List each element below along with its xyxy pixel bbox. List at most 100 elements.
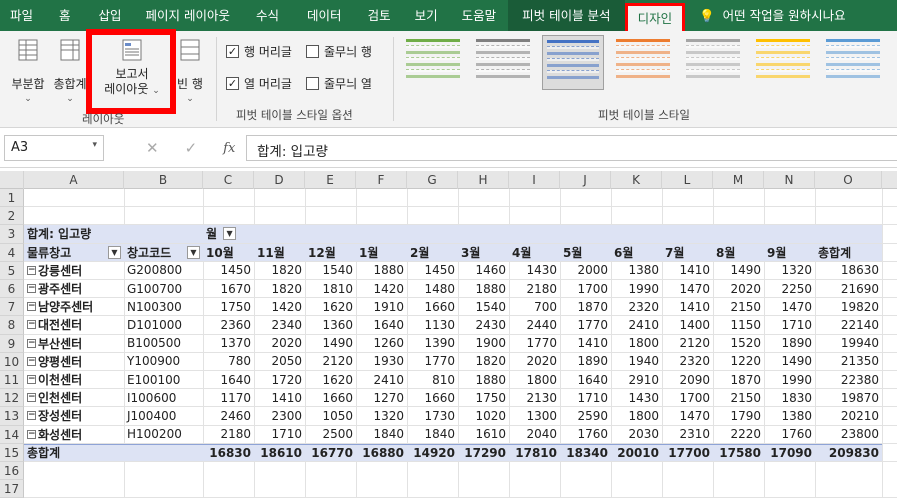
total-value-cell[interactable]: 18340 [560, 443, 611, 461]
value-cell[interactable]: 1540 [305, 262, 356, 279]
value-cell[interactable]: 1770 [509, 335, 560, 352]
value-cell[interactable]: 2030 [611, 426, 662, 443]
value-cell[interactable]: 2410 [356, 371, 407, 388]
banded-cols-option[interactable]: 줄무늬 열 [306, 75, 372, 92]
tab-1[interactable]: 홈 [43, 0, 87, 31]
col-headers-option[interactable]: ✓ 열 머리글 [226, 75, 292, 92]
value-cell[interactable]: 1840 [407, 426, 458, 443]
value-cell[interactable]: 1450 [203, 262, 254, 279]
warehouse-code-cell[interactable]: I100600 [124, 389, 203, 406]
value-cell[interactable]: 2300 [254, 407, 305, 424]
month-header[interactable]: 6월 [611, 243, 662, 261]
value-cell[interactable]: 1720 [254, 371, 305, 388]
column-header-E[interactable]: E [305, 171, 356, 189]
value-cell[interactable]: 1300 [509, 407, 560, 424]
warehouse-code-cell[interactable]: E100100 [124, 371, 203, 388]
month-header[interactable]: 총합계 [815, 243, 882, 261]
value-cell[interactable]: 1150 [713, 316, 764, 333]
pivot-style-swatch[interactable] [542, 35, 604, 90]
row-header-17[interactable]: 17 [0, 480, 24, 498]
value-cell[interactable]: 1800 [611, 407, 662, 424]
warehouse-code-cell[interactable]: N100300 [124, 298, 203, 315]
warehouse-name-cell[interactable]: − 강릉센터 [24, 262, 124, 279]
value-cell[interactable]: 1750 [203, 298, 254, 315]
value-cell[interactable]: 1810 [305, 280, 356, 297]
value-cell[interactable]: 1710 [560, 389, 611, 406]
tab-7[interactable]: 보기 [403, 0, 450, 31]
pivot-style-swatch[interactable] [752, 35, 814, 90]
filter-dropdown-icon[interactable]: ▼ [187, 245, 200, 259]
month-header[interactable]: 12월 [305, 243, 356, 261]
cancel-icon[interactable]: ✕ [146, 139, 159, 157]
row-header-8[interactable]: 8 [0, 316, 24, 335]
warehouse-code-cell[interactable]: Y100900 [124, 353, 203, 370]
column-header-M[interactable]: M [713, 171, 764, 189]
filter-dropdown-icon[interactable]: ▼ [223, 227, 237, 241]
row-field2-cell[interactable]: 창고코드 ▼ [124, 243, 203, 261]
value-cell[interactable]: 1910 [356, 298, 407, 315]
value-cell[interactable]: 2000 [560, 262, 611, 279]
value-cell[interactable]: 1320 [356, 407, 407, 424]
value-cell[interactable]: 2440 [509, 316, 560, 333]
value-cell[interactable]: 2180 [509, 280, 560, 297]
total-value-cell[interactable]: 17290 [458, 443, 509, 461]
row-header-6[interactable]: 6 [0, 280, 24, 299]
total-value-cell[interactable]: 17810 [509, 443, 560, 461]
value-cell[interactable]: 1870 [560, 298, 611, 315]
grand-total-button[interactable]: 총합계 ⌄ [50, 39, 90, 107]
warehouse-name-cell[interactable]: − 장성센터 [24, 407, 124, 424]
collapse-icon[interactable]: − [27, 393, 36, 403]
total-value-cell[interactable]: 18610 [254, 443, 305, 461]
pivot-style-swatch[interactable] [682, 35, 744, 90]
warehouse-name-cell[interactable]: − 남양주센터 [24, 298, 124, 315]
column-header-A[interactable]: A [24, 171, 124, 189]
collapse-icon[interactable]: − [27, 411, 36, 421]
total-value-cell[interactable]: 17700 [662, 443, 713, 461]
value-cell[interactable]: 1220 [713, 353, 764, 370]
value-cell[interactable]: 1660 [305, 389, 356, 406]
row-header-5[interactable]: 5 [0, 261, 24, 280]
value-cell[interactable]: 1520 [713, 335, 764, 352]
value-cell[interactable]: 1380 [611, 262, 662, 279]
column-header-K[interactable]: K [611, 171, 662, 189]
row-header-14[interactable]: 14 [0, 425, 24, 444]
value-cell[interactable]: 1790 [713, 407, 764, 424]
value-cell[interactable]: 1890 [560, 353, 611, 370]
value-cell[interactable]: 1990 [764, 371, 815, 388]
value-cell[interactable]: 1410 [560, 335, 611, 352]
function-icon[interactable]: fx [223, 141, 235, 156]
collapse-icon[interactable]: − [27, 375, 36, 385]
warehouse-code-cell[interactable]: D101000 [124, 316, 203, 333]
value-cell[interactable]: 1460 [458, 262, 509, 279]
tab-9[interactable]: 피벗 테이블 분석 [508, 0, 625, 31]
value-cell[interactable]: 1700 [662, 389, 713, 406]
row-field-cell[interactable]: 물류창고 ▼ [24, 243, 124, 261]
value-cell[interactable]: 1760 [560, 426, 611, 443]
value-cell[interactable]: 2050 [254, 353, 305, 370]
formula-input[interactable]: 합계: 입고량 [246, 135, 897, 161]
value-cell[interactable]: 2150 [713, 298, 764, 315]
value-cell[interactable]: 18630 [815, 262, 882, 279]
value-cell[interactable]: 1620 [305, 371, 356, 388]
value-cell[interactable]: 1770 [407, 353, 458, 370]
value-cell[interactable]: 1450 [407, 262, 458, 279]
banded-rows-option[interactable]: 줄무늬 행 [306, 43, 372, 60]
value-cell[interactable]: 1640 [356, 316, 407, 333]
value-cell[interactable]: 1380 [764, 407, 815, 424]
value-cell[interactable]: 2090 [662, 371, 713, 388]
collapse-icon[interactable]: − [27, 338, 36, 348]
month-header[interactable]: 1월 [356, 243, 407, 261]
value-cell[interactable]: 1890 [764, 335, 815, 352]
value-cell[interactable]: 1470 [764, 298, 815, 315]
tab-3[interactable]: 페이지 레이아웃 [134, 0, 242, 31]
row-header-11[interactable]: 11 [0, 371, 24, 390]
value-cell[interactable]: 2120 [305, 353, 356, 370]
row-header-10[interactable]: 10 [0, 352, 24, 371]
value-cell[interactable]: 1800 [509, 371, 560, 388]
total-value-cell[interactable]: 209830 [815, 443, 882, 461]
value-cell[interactable]: 2020 [713, 280, 764, 297]
value-cell[interactable]: 1430 [509, 262, 560, 279]
column-header-C[interactable]: C [203, 171, 254, 189]
value-cell[interactable]: 2320 [662, 353, 713, 370]
select-all-corner[interactable] [0, 171, 24, 189]
